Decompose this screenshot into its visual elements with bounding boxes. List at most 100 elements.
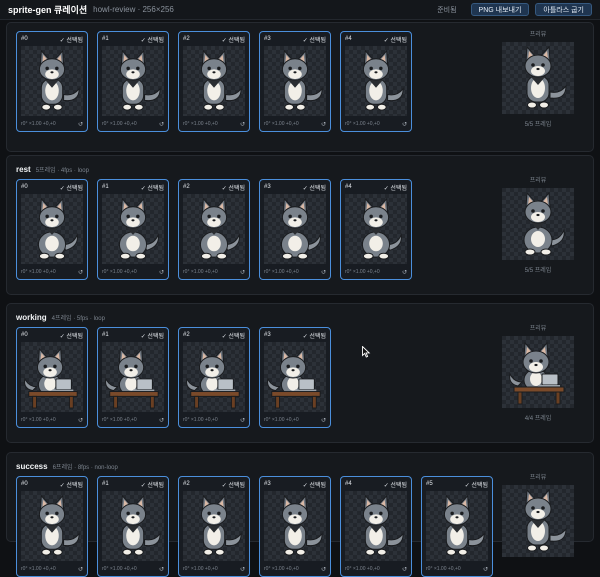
frame-selected-toggle[interactable]: ✓ 선택됨 (60, 480, 83, 489)
frame-selected-toggle[interactable]: ✓ 선택됨 (60, 183, 83, 192)
reset-icon[interactable]: ↺ (321, 566, 326, 573)
frame-selected-toggle[interactable]: ✓ 선택됨 (222, 331, 245, 340)
app-title: sprite-gen 큐레이션 (8, 5, 88, 15)
frame-selected-toggle[interactable]: ✓ 선택됨 (60, 35, 83, 44)
preview-sprite-image (502, 485, 574, 557)
frame-selected-toggle[interactable]: ✓ 선택됨 (222, 183, 245, 192)
frame-card[interactable]: #2 ✓ 선택됨 r0° ×1.00 +0,+0 ↺ (178, 31, 250, 132)
bake-atlas-button[interactable]: 아틀라스 굽기 (535, 3, 592, 16)
reset-icon[interactable]: ↺ (240, 269, 245, 276)
frame-selected-toggle[interactable]: ✓ 선택됨 (303, 183, 326, 192)
frame-selected-toggle[interactable]: ✓ 선택됨 (384, 480, 407, 489)
frame-transform: r0° ×1.00 +0,+0 (102, 269, 137, 275)
frame-card[interactable]: #0 ✓ 선택됨 r0° ×1.00 +0,+0 ↺ (16, 476, 88, 577)
reset-icon[interactable]: ↺ (78, 121, 83, 128)
frame-selected-toggle[interactable]: ✓ 선택됨 (60, 331, 83, 340)
frame-transform: r0° ×1.00 +0,+0 (183, 121, 218, 127)
frame-transform: r0° ×1.00 +0,+0 (102, 417, 137, 423)
preview-title: 프리뷰 (529, 178, 547, 184)
frame-index: #2 (183, 332, 190, 338)
animation-preview: 프리뷰 (498, 472, 578, 562)
frame-selected-toggle[interactable]: ✓ 선택됨 (222, 35, 245, 44)
frame-index: #2 (183, 184, 190, 190)
section-meta: 6프레임 · 8fps · non-loop (52, 465, 118, 471)
frame-transform: r0° ×1.00 +0,+0 (264, 417, 299, 423)
reset-icon[interactable]: ↺ (402, 566, 407, 573)
frame-selected-toggle[interactable]: ✓ 선택됨 (303, 331, 326, 340)
preview-title: 프리뷰 (529, 326, 547, 332)
reset-icon[interactable]: ↺ (240, 121, 245, 128)
frame-card[interactable]: #4 ✓ 선택됨 r0° ×1.00 +0,+0 ↺ (340, 31, 412, 132)
reset-icon[interactable]: ↺ (78, 417, 83, 424)
preview-sprite-image (502, 336, 574, 408)
frame-card[interactable]: #2 ✓ 선택됨 r0° ×1.00 +0,+0 ↺ (178, 179, 250, 280)
reset-icon[interactable]: ↺ (159, 566, 164, 573)
frame-selected-toggle[interactable]: ✓ 선택됨 (303, 480, 326, 489)
frame-card[interactable]: #3 ✓ 선택됨 r0° ×1.00 +0,+0 ↺ (259, 179, 331, 280)
frame-selected-toggle[interactable]: ✓ 선택됨 (465, 480, 488, 489)
reset-icon[interactable]: ↺ (159, 417, 164, 424)
wolf-sprite-image (264, 194, 326, 264)
frame-card[interactable]: #1 ✓ 선택됨 r0° ×1.00 +0,+0 ↺ (97, 476, 169, 577)
frame-card[interactable]: #5 ✓ 선택됨 r0° ×1.00 +0,+0 ↺ (421, 476, 493, 577)
frame-transform: r0° ×1.00 +0,+0 (264, 121, 299, 127)
frame-card[interactable]: #4 ✓ 선택됨 r0° ×1.00 +0,+0 ↺ (340, 179, 412, 280)
mouse-cursor-icon (362, 346, 371, 358)
reset-icon[interactable]: ↺ (402, 269, 407, 276)
frame-transform: r0° ×1.00 +0,+0 (183, 566, 218, 572)
frame-card[interactable]: #1 ✓ 선택됨 r0° ×1.00 +0,+0 ↺ (97, 179, 169, 280)
top-bar: sprite-gen 큐레이션 howl-review · 256×256 준비… (0, 0, 600, 20)
frame-card[interactable]: #0 ✓ 선택됨 r0° ×1.00 +0,+0 ↺ (16, 327, 88, 428)
frame-index: #2 (183, 481, 190, 487)
frame-transform: r0° ×1.00 +0,+0 (183, 269, 218, 275)
frame-selected-toggle[interactable]: ✓ 선택됨 (384, 183, 407, 192)
reset-icon[interactable]: ↺ (240, 417, 245, 424)
frame-list: #0 ✓ 선택됨 r0° ×1.00 +0,+0 ↺ #1 ✓ 선택됨 r0° ×1.00 … (16, 327, 340, 428)
frame-selected-toggle[interactable]: ✓ 선택됨 (303, 35, 326, 44)
frame-index: #3 (264, 36, 271, 42)
reset-icon[interactable]: ↺ (321, 269, 326, 276)
frame-index: #1 (102, 481, 109, 487)
reset-icon[interactable]: ↺ (159, 269, 164, 276)
frame-card[interactable]: #0 ✓ 선택됨 r0° ×1.00 +0,+0 ↺ (16, 179, 88, 280)
frame-index: #4 (345, 184, 352, 190)
frame-card[interactable]: #3 ✓ 선택됨 r0° ×1.00 +0,+0 ↺ (259, 476, 331, 577)
reset-icon[interactable]: ↺ (402, 121, 407, 128)
frame-selected-toggle[interactable]: ✓ 선택됨 (384, 35, 407, 44)
animation-section: #0 ✓ 선택됨 r0° ×1.00 +0,+0 ↺ #1 ✓ 선택됨 r0° ×1.00 … (6, 22, 594, 152)
frame-list: #0 ✓ 선택됨 r0° ×1.00 +0,+0 ↺ #1 ✓ 선택됨 r0° ×1.00 … (16, 31, 421, 132)
frame-card[interactable]: #1 ✓ 선택됨 r0° ×1.00 +0,+0 ↺ (97, 327, 169, 428)
reset-icon[interactable]: ↺ (240, 566, 245, 573)
frame-card[interactable]: #1 ✓ 선택됨 r0° ×1.00 +0,+0 ↺ (97, 31, 169, 132)
frame-selected-toggle[interactable]: ✓ 선택됨 (141, 331, 164, 340)
frame-index: #0 (21, 481, 28, 487)
wolf-sprite-image (264, 342, 326, 412)
preview-title: 프리뷰 (529, 475, 547, 481)
reset-icon[interactable]: ↺ (321, 417, 326, 424)
frame-list: #0 ✓ 선택됨 r0° ×1.00 +0,+0 ↺ #1 ✓ 선택됨 r0° ×1.00 … (16, 179, 421, 280)
section-meta: 5프레임 · 4fps · loop (35, 168, 89, 174)
frame-card[interactable]: #3 ✓ 선택됨 r0° ×1.00 +0,+0 ↺ (259, 31, 331, 132)
frame-selected-toggle[interactable]: ✓ 선택됨 (222, 480, 245, 489)
reset-icon[interactable]: ↺ (483, 566, 488, 573)
frame-transform: r0° ×1.00 +0,+0 (102, 566, 137, 572)
wolf-sprite-image (21, 46, 83, 116)
frame-transform: r0° ×1.00 +0,+0 (345, 269, 380, 275)
frame-selected-toggle[interactable]: ✓ 선택됨 (141, 480, 164, 489)
frame-selected-toggle[interactable]: ✓ 선택됨 (141, 35, 164, 44)
wolf-sprite-image (21, 491, 83, 561)
preview-frame-count: 4/4 프레임 (524, 416, 552, 422)
wolf-sprite-image (102, 342, 164, 412)
frame-card[interactable]: #2 ✓ 선택됨 r0° ×1.00 +0,+0 ↺ (178, 327, 250, 428)
frame-card[interactable]: #2 ✓ 선택됨 r0° ×1.00 +0,+0 ↺ (178, 476, 250, 577)
reset-icon[interactable]: ↺ (159, 121, 164, 128)
frame-transform: r0° ×1.00 +0,+0 (21, 121, 56, 127)
frame-selected-toggle[interactable]: ✓ 선택됨 (141, 183, 164, 192)
frame-card[interactable]: #0 ✓ 선택됨 r0° ×1.00 +0,+0 ↺ (16, 31, 88, 132)
frame-card[interactable]: #3 ✓ 선택됨 r0° ×1.00 +0,+0 ↺ (259, 327, 331, 428)
export-png-button[interactable]: PNG 내보내기 (470, 3, 530, 16)
reset-icon[interactable]: ↺ (78, 269, 83, 276)
reset-icon[interactable]: ↺ (78, 566, 83, 573)
frame-card[interactable]: #4 ✓ 선택됨 r0° ×1.00 +0,+0 ↺ (340, 476, 412, 577)
reset-icon[interactable]: ↺ (321, 121, 326, 128)
